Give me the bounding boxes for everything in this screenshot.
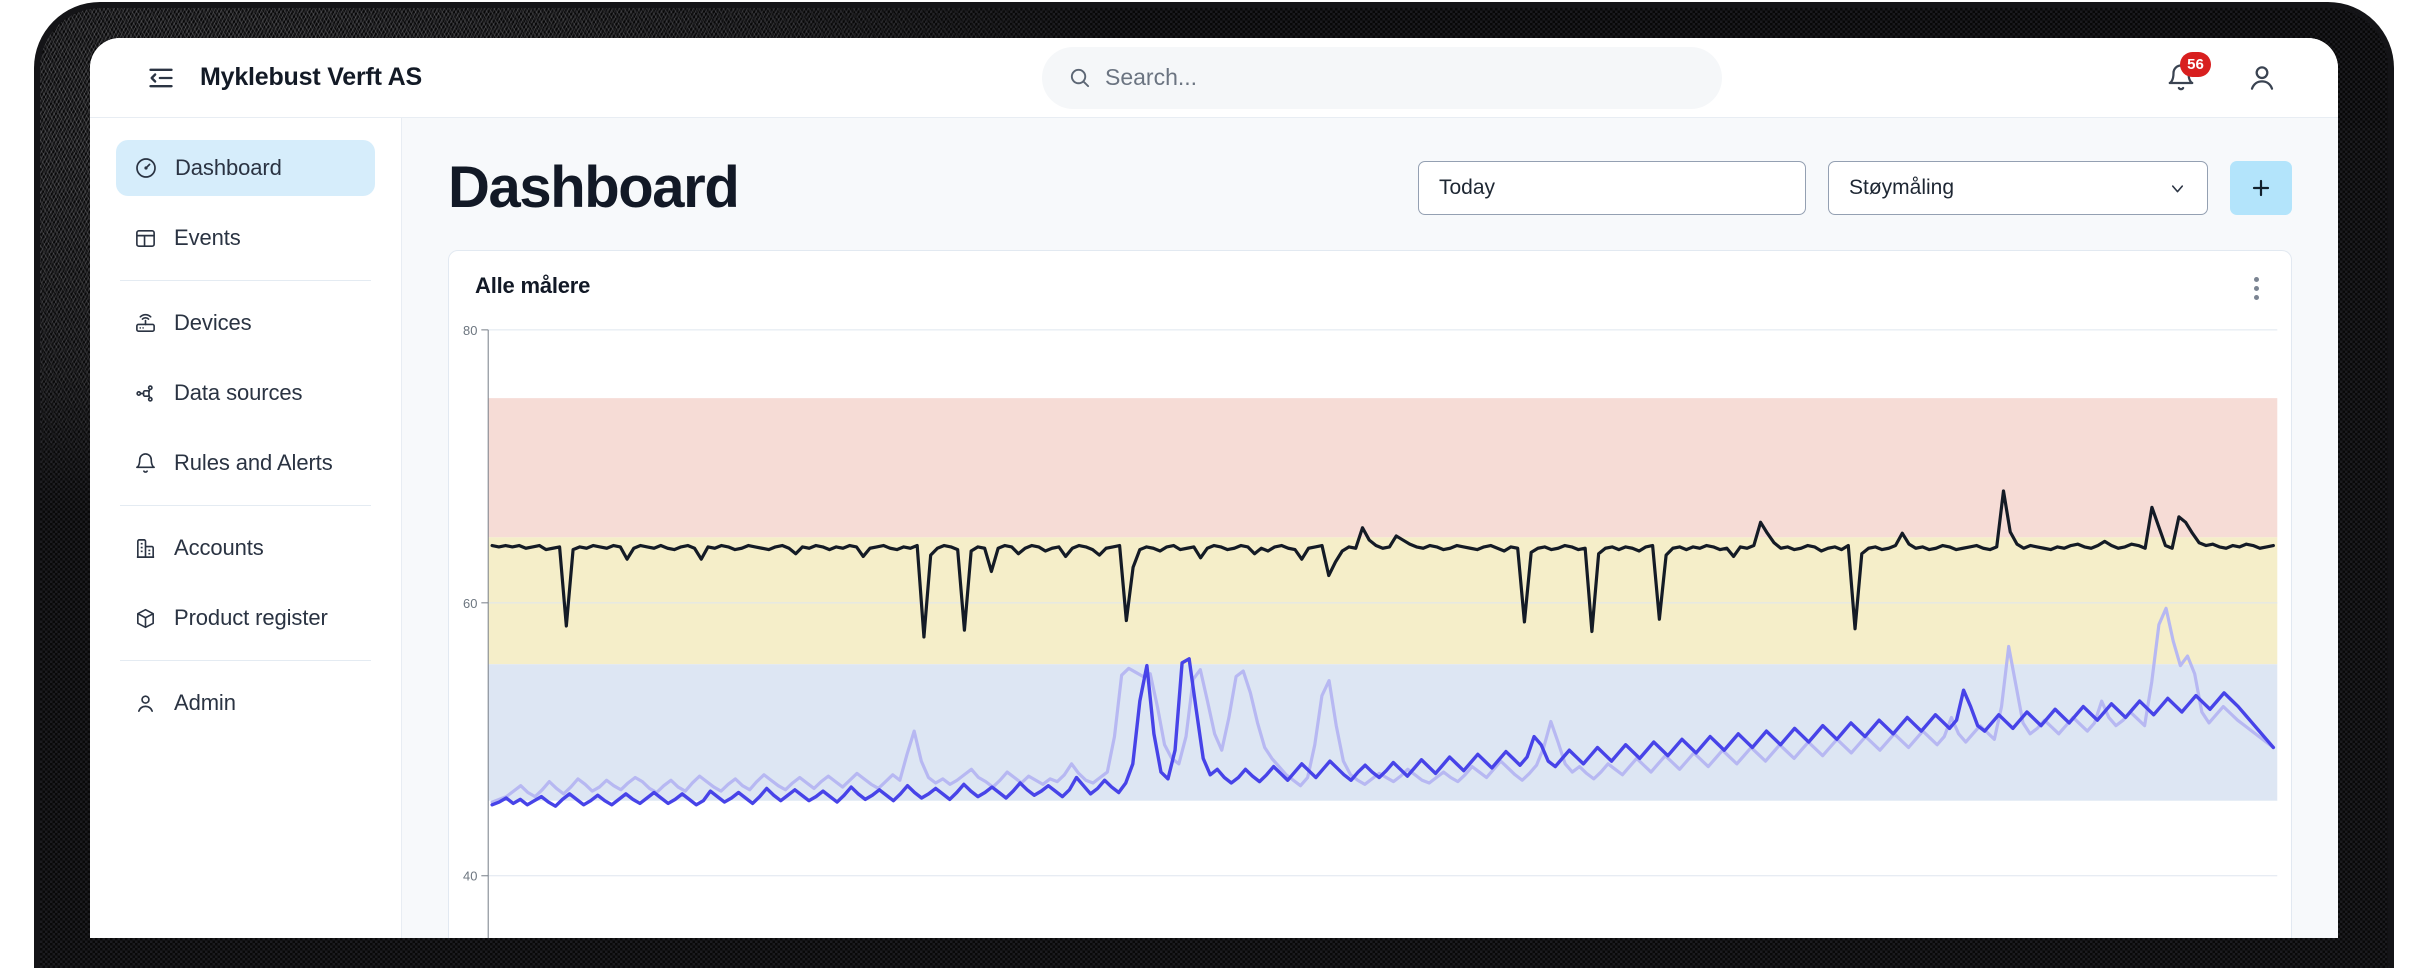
user-icon (134, 692, 157, 715)
sidebar-item-rules-and-alerts[interactable]: Rules and Alerts (116, 435, 375, 491)
chart-card: Alle målere 40 60 80 (448, 250, 2292, 938)
bell-icon (134, 452, 157, 475)
sidebar-divider (120, 660, 371, 661)
user-icon[interactable] (2246, 62, 2278, 94)
plus-icon (2249, 176, 2273, 200)
top-bar: Myklebust Verft AS 56 (90, 38, 2338, 118)
sidebar-item-label: Data sources (174, 380, 303, 405)
page-header: Dashboard Støymåling (448, 148, 2292, 228)
topbar-actions: 56 (2166, 51, 2278, 94)
sidebar-item-data-sources[interactable]: Data sources (116, 365, 375, 421)
notification-badge: 56 (2180, 51, 2211, 77)
chart-plot-area[interactable]: 40 60 80 (449, 313, 2291, 938)
sidebar-item-label: Accounts (174, 535, 264, 560)
threshold-bands (488, 398, 2278, 801)
search-icon (1068, 66, 1091, 89)
sidebar-item-label: Dashboard (175, 155, 282, 180)
router-icon (134, 312, 157, 335)
sidebar-divider (120, 280, 371, 281)
app-window: Myklebust Verft AS 56 (90, 38, 2338, 938)
chart-card-title: Alle målere (475, 273, 591, 298)
sidebar-item-label: Devices (174, 310, 252, 335)
sidebar-item-label: Events (174, 225, 241, 250)
metric-select[interactable]: Støymåling (1828, 161, 2208, 215)
package-icon (134, 607, 157, 630)
date-range-input[interactable] (1418, 161, 1806, 215)
collapse-menu-icon[interactable] (144, 61, 178, 95)
sidebar-item-product-register[interactable]: Product register (116, 590, 375, 646)
building-icon (134, 537, 157, 560)
header-controls: Støymåling (1418, 161, 2292, 215)
page-title: Dashboard (448, 155, 740, 220)
sidebar-divider (120, 505, 371, 506)
gauge-icon (134, 156, 158, 180)
main-content: Dashboard Støymåling (402, 118, 2338, 938)
sidebar-item-dashboard[interactable]: Dashboard (116, 140, 375, 196)
metric-select-value: Støymåling (1849, 176, 1955, 199)
chart-card-header: Alle målere (449, 251, 2291, 304)
sidebar-item-label: Admin (174, 690, 236, 715)
sidebar-item-events[interactable]: Events (116, 210, 375, 266)
add-widget-button[interactable] (2230, 161, 2292, 215)
sidebar-item-accounts[interactable]: Accounts (116, 520, 375, 576)
search-input[interactable] (1105, 64, 1696, 91)
noise-line-chart (449, 313, 2291, 938)
sidebar-item-label: Product register (174, 605, 328, 630)
sidebar: Dashboard Events Devices Data sources Ru… (90, 118, 402, 938)
bell-icon[interactable]: 56 (2166, 51, 2211, 93)
search-bar[interactable] (1042, 46, 1722, 109)
body: Dashboard Events Devices Data sources Ru… (90, 118, 2338, 938)
brand-title: Myklebust Verft AS (200, 63, 422, 91)
sidebar-item-devices[interactable]: Devices (116, 295, 375, 351)
y-axis (481, 330, 488, 938)
kebab-menu-icon[interactable] (2248, 273, 2265, 304)
chevron-down-icon (2168, 179, 2187, 198)
nodes-icon (134, 382, 157, 405)
sidebar-item-label: Rules and Alerts (174, 450, 333, 475)
layout-panel-icon (134, 227, 157, 250)
sidebar-item-admin[interactable]: Admin (116, 675, 375, 731)
